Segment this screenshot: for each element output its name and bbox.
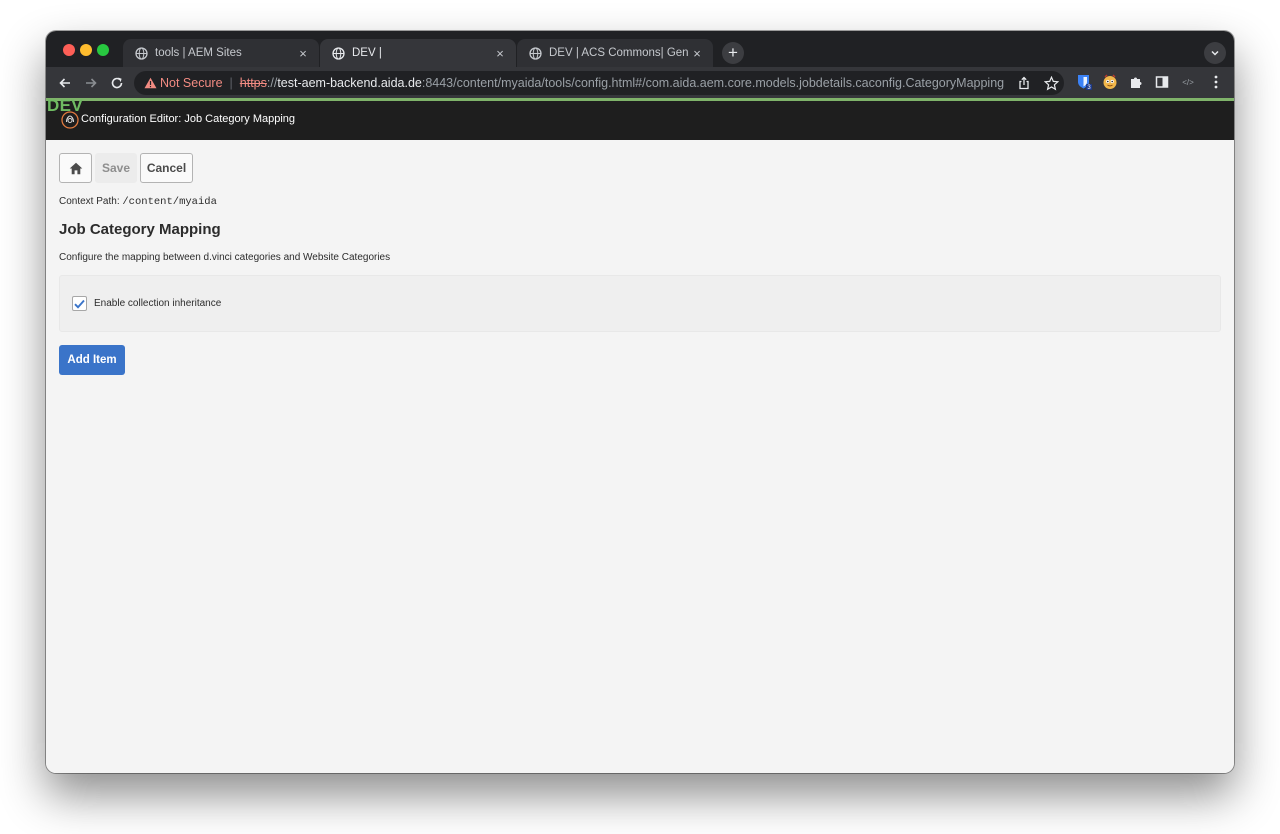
globe-icon	[529, 46, 542, 60]
home-icon	[69, 162, 82, 174]
save-button[interactable]: Save	[95, 153, 137, 183]
bookmark-button[interactable]	[1043, 75, 1059, 91]
close-window-button[interactable]	[63, 44, 75, 56]
tab-title: DEV |	[352, 47, 382, 59]
url-scheme: https	[239, 76, 267, 90]
face-icon	[1103, 74, 1117, 89]
emoji-extension-button[interactable]	[1102, 74, 1118, 90]
url-scheme-suffix: ://	[266, 76, 278, 90]
inheritance-panel: Enable collection inheritance	[59, 275, 1221, 332]
arrow-left-icon	[59, 78, 70, 88]
add-item-button[interactable]: Add Item	[59, 345, 125, 375]
context-path-value: /content/myaida	[122, 196, 217, 208]
tab-search-button[interactable]	[1204, 42, 1226, 64]
reload-button[interactable]	[107, 73, 127, 93]
tab-close-icon[interactable]: ×	[492, 46, 508, 61]
chevron-down-icon	[1211, 50, 1219, 56]
back-button[interactable]	[55, 73, 75, 93]
config-description: Configure the mapping between d.vinci ca…	[59, 252, 391, 263]
aem-header: DEV Configuration Editor: Job Category M…	[46, 96, 1234, 140]
share-icon	[1019, 76, 1029, 90]
shield-icon: 3	[1078, 75, 1092, 90]
star-icon	[1043, 75, 1059, 91]
security-status[interactable]: Not Secure	[160, 76, 223, 90]
zoom-window-button[interactable]	[97, 44, 109, 56]
bitwarden-extension-button[interactable]: 3	[1076, 74, 1092, 90]
forward-button[interactable]	[81, 73, 101, 93]
browser-window: tools | AEM Sites × DEV | × DEV | ACS Co…	[46, 31, 1234, 773]
editor-content: Save Cancel Context Path: /content/myaid…	[46, 140, 1234, 773]
tab-acs-commons[interactable]: DEV | ACS Commons| Generic ×	[517, 39, 713, 67]
page-header-title: Configuration Editor: Job Category Mappi…	[81, 113, 296, 125]
address-separator: |	[229, 76, 233, 90]
context-path: Context Path: /content/myaida	[59, 196, 217, 208]
tab-dev[interactable]: DEV | ×	[320, 39, 516, 67]
browser-menu-button[interactable]	[1208, 74, 1224, 90]
minimize-window-button[interactable]	[80, 44, 92, 56]
context-path-label: Context Path:	[59, 196, 120, 207]
arrow-right-icon	[86, 78, 97, 88]
tab-title: DEV | ACS Commons| Generic	[549, 47, 689, 59]
puzzle-icon	[1131, 77, 1142, 88]
reload-icon	[111, 77, 123, 89]
url-path: :8443/content/myaida/tools/config.html#/…	[421, 76, 1005, 90]
checkmark-icon	[74, 299, 85, 309]
new-tab-button[interactable]: +	[722, 42, 744, 64]
tab-close-icon[interactable]: ×	[295, 46, 311, 61]
cancel-button[interactable]: Cancel	[140, 153, 193, 183]
tab-title: tools | AEM Sites	[155, 47, 242, 59]
inheritance-checkbox[interactable]	[72, 296, 87, 311]
home-button[interactable]	[59, 153, 92, 183]
globe-icon	[332, 46, 345, 60]
side-panel-icon	[1155, 76, 1169, 88]
aem-logo-icon	[61, 111, 79, 129]
browser-toolbar: Not Secure | https://test-aem-backend.ai…	[46, 67, 1234, 101]
tab-tools-aem-sites[interactable]: tools | AEM Sites ×	[123, 39, 319, 67]
extensions-button[interactable]	[1128, 74, 1144, 90]
tab-strip: tools | AEM Sites × DEV | × DEV | ACS Co…	[46, 31, 1234, 67]
globe-icon	[135, 46, 148, 60]
config-title: Job Category Mapping	[59, 221, 221, 238]
address-bar[interactable]: Not Secure | https://test-aem-backend.ai…	[134, 71, 1064, 95]
devtools-extension-button[interactable]: </>	[1177, 74, 1199, 90]
warning-triangle-icon[interactable]	[144, 77, 157, 89]
side-panel-button[interactable]	[1154, 74, 1170, 90]
inheritance-label[interactable]: Enable collection inheritance	[94, 298, 221, 309]
share-button[interactable]	[1016, 75, 1032, 91]
url-host: test-aem-backend.aida.de	[277, 76, 422, 90]
kebab-menu-icon	[1214, 75, 1218, 89]
tab-close-icon[interactable]: ×	[689, 46, 705, 61]
